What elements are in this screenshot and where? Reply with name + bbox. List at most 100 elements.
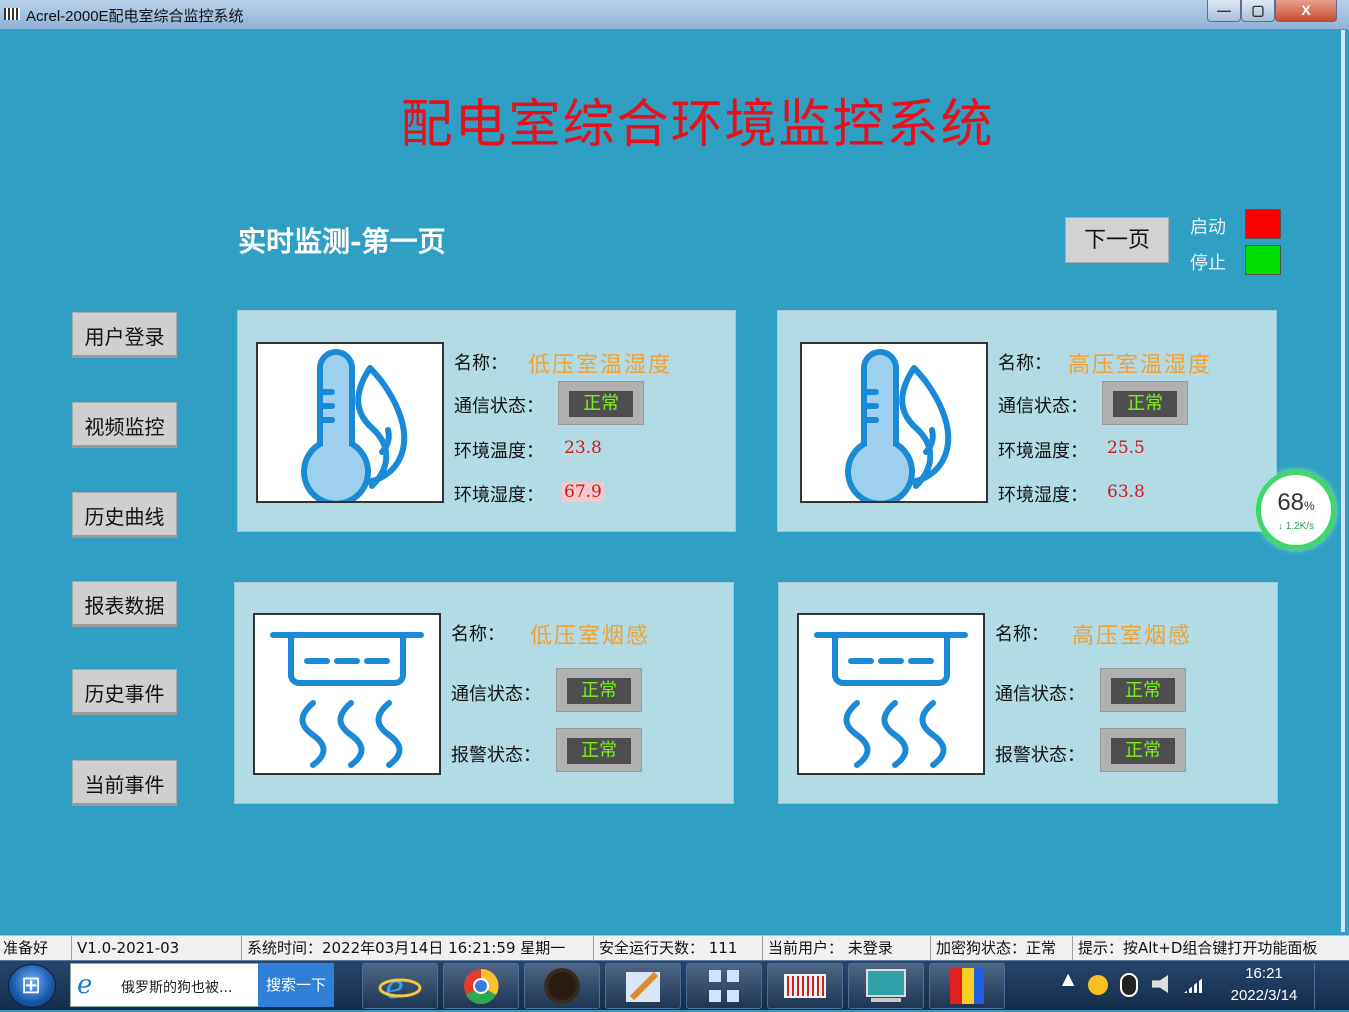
tray-qq-icon[interactable] — [1120, 973, 1138, 997]
page-title: 配电室综合环境监控系统 — [400, 95, 995, 155]
device-name: 低压室烟感 — [530, 624, 651, 649]
nav-history-curve-button[interactable]: 历史曲线 — [72, 492, 177, 538]
status-dongle: 加密狗状态：正常 — [933, 936, 1073, 961]
taskbar-search-text: 俄罗斯的狗也被... — [121, 980, 233, 996]
tray-volume-icon[interactable] — [1152, 975, 1168, 993]
status-hint: 提示：按Alt+D组合键打开功能面板 — [1078, 939, 1318, 957]
svg-text:e: e — [385, 968, 404, 1006]
taskbar-barcode-button[interactable] — [767, 963, 843, 1009]
taskbar-monitor-button[interactable] — [848, 963, 924, 1009]
alarm-status-badge: 正常 — [556, 728, 642, 772]
gauge-percent-value: 68 — [1277, 489, 1305, 516]
page-subtitle: 实时监测-第一页 — [238, 225, 446, 258]
window-title: Acrel-2000E配电室综合监控系统 — [26, 8, 244, 25]
comm-status-value: 正常 — [1113, 391, 1177, 417]
network-grid-icon — [709, 970, 739, 1002]
name-label: 名称： — [454, 353, 508, 374]
status-current-user: 当前用户： 未登录 — [765, 936, 931, 961]
temperature-value: 25.5 — [1107, 438, 1145, 458]
alarm-status-label: 报警状态： — [995, 745, 1085, 766]
humidity-value: 67.9 — [562, 482, 604, 502]
alarm-status-value: 正常 — [1111, 738, 1175, 764]
device-name: 低压室温湿度 — [528, 353, 673, 378]
gauge-speed: ↓ 1.2K/s — [1277, 521, 1315, 532]
minimize-button[interactable]: — — [1207, 0, 1241, 22]
humidity-value: 63.8 — [1107, 482, 1145, 502]
nav-history-events-button[interactable]: 历史事件 — [72, 669, 177, 715]
gauge-percent: 68% — [1261, 489, 1331, 517]
taskbar-flag-app-button[interactable] — [929, 963, 1005, 1009]
comm-status-badge: 正常 — [1102, 381, 1188, 425]
device-name: 高压室温湿度 — [1068, 353, 1213, 378]
taskbar-search-button[interactable]: 搜索一下 — [258, 963, 334, 1007]
panel-hv-temp-humidity: 名称： 高压室温湿度 通信状态： 正常 环境温度： 25.5 环境湿度： 63.… — [777, 310, 1277, 532]
monitor-icon — [866, 969, 906, 1002]
status-version: V1.0-2021-03 — [74, 936, 242, 961]
comm-status-badge: 正常 — [558, 381, 644, 425]
thermometer-humidity-icon — [800, 342, 988, 507]
taskbar-chrome-button[interactable] — [443, 963, 519, 1009]
legend-start-swatch — [1245, 209, 1281, 239]
barcode-icon — [784, 974, 826, 998]
temperature-value: 23.8 — [564, 438, 602, 458]
comm-status-value: 正常 — [569, 391, 633, 417]
status-ready: 准备好 — [0, 936, 72, 961]
maximize-button[interactable]: ▢ — [1241, 0, 1275, 22]
alarm-status-value: 正常 — [567, 738, 631, 764]
smoke-detector-icon — [797, 613, 985, 775]
nav-report-data-button[interactable]: 报表数据 — [72, 581, 177, 627]
start-button[interactable] — [8, 964, 56, 1008]
panel-hv-smoke: 名称： 高压室烟感 通信状态： 正常 报警状态： 正常 — [778, 582, 1278, 804]
nav-current-events-button[interactable]: 当前事件 — [72, 760, 177, 806]
main-area: 配电室综合环境监控系统 实时监测-第一页 下一页 启动 停止 用户登录 视频监控… — [0, 30, 1345, 932]
ie-icon: e — [77, 970, 93, 1000]
status-system-time: 系统时间：2022年03月14日 16:21:59 星期一 — [244, 936, 594, 961]
show-desktop-button[interactable] — [1314, 963, 1344, 1009]
pencil-icon — [626, 971, 660, 1002]
humidity-label: 环境湿度： — [454, 485, 544, 506]
legend-stop-swatch — [1245, 245, 1281, 275]
colored-bars-icon — [950, 968, 984, 1004]
thermometer-humidity-icon — [256, 342, 444, 507]
name-label: 名称： — [451, 624, 505, 645]
comm-status-label: 通信状态： — [998, 396, 1088, 417]
taskbar-app-button[interactable] — [524, 963, 600, 1009]
gauge-percent-unit: % — [1304, 499, 1315, 513]
device-name: 高压室烟感 — [1072, 624, 1193, 649]
taskbar-ie-button[interactable]: e — [362, 963, 438, 1009]
name-label: 名称： — [998, 353, 1052, 374]
temperature-label: 环境温度： — [454, 441, 544, 462]
tray-add-icon[interactable] — [1088, 975, 1108, 995]
comm-status-label: 通信状态： — [454, 396, 544, 417]
taskbar-editor-button[interactable] — [605, 963, 681, 1009]
status-safe-days: 安全运行天数： 111 — [596, 936, 763, 961]
comm-status-badge: 正常 — [1100, 668, 1186, 712]
next-page-button[interactable]: 下一页 — [1065, 217, 1169, 263]
network-speed-gauge[interactable]: 68% ↓ 1.2K/s — [1256, 470, 1336, 550]
nav-user-login-button[interactable]: 用户登录 — [72, 312, 177, 358]
taskbar-search-box[interactable]: e 俄罗斯的狗也被... — [70, 963, 260, 1007]
comm-status-badge: 正常 — [556, 668, 642, 712]
tray-signal-icon[interactable] — [1184, 977, 1204, 993]
clock-date: 2022/3/14 — [1230, 987, 1298, 1004]
comm-status-value: 正常 — [1111, 678, 1175, 704]
close-button[interactable]: X — [1275, 0, 1337, 22]
comm-status-label: 通信状态： — [451, 684, 541, 705]
nav-video-monitor-button[interactable]: 视频监控 — [72, 402, 177, 448]
alarm-status-badge: 正常 — [1100, 728, 1186, 772]
taskbar-network-button[interactable] — [686, 963, 762, 1009]
name-label: 名称： — [995, 624, 1049, 645]
smoke-detector-icon — [253, 613, 441, 775]
humidity-label: 环境湿度： — [998, 485, 1088, 506]
alarm-status-label: 报警状态： — [451, 745, 541, 766]
taskbar-clock[interactable]: 16:21 2022/3/14 — [1222, 963, 1306, 1007]
tray-expand-icon[interactable]: ▲ — [1062, 969, 1074, 988]
comm-status-label: 通信状态： — [995, 684, 1085, 705]
app-icon — [4, 8, 20, 20]
comm-status-value: 正常 — [567, 678, 631, 704]
status-bar: 准备好 V1.0-2021-03 系统时间：2022年03月14日 16:21:… — [0, 935, 1349, 961]
legend-stop-label: 停止 — [1190, 253, 1226, 274]
clock-time: 16:21 — [1245, 965, 1283, 982]
chrome-icon — [464, 968, 499, 1004]
taskbar: e 俄罗斯的狗也被... 搜索一下 e ▲ 16:21 2022/3/14 — [0, 960, 1349, 1010]
